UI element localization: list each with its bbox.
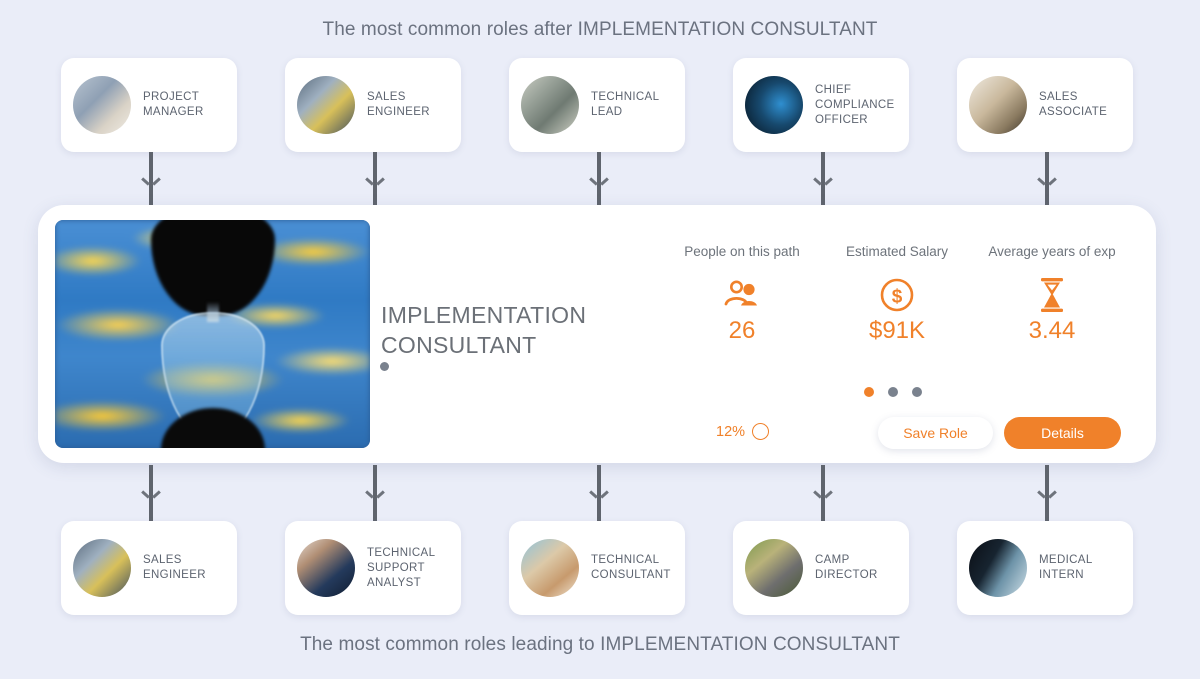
stat-average-years-exp: Average years of exp 3.44	[957, 244, 1147, 345]
arrow-up-icon-2	[591, 152, 607, 208]
carousel-dot-1[interactable]	[888, 387, 898, 397]
role-avatar	[521, 76, 579, 134]
role-avatar	[297, 539, 355, 597]
role-avatar	[969, 76, 1027, 134]
save-role-button[interactable]: Save Role	[878, 417, 993, 449]
details-button[interactable]: Details	[1004, 417, 1121, 449]
role-label: CAMP DIRECTOR	[815, 554, 878, 581]
arrow-up-icon-6	[367, 465, 383, 521]
next-role-card-2[interactable]: TECHNICAL LEAD	[509, 58, 685, 152]
carousel-dot-2[interactable]	[912, 387, 922, 397]
previous-role-card-2[interactable]: TECHNICAL CONSULTANT	[509, 521, 685, 615]
carousel-dots[interactable]	[864, 387, 922, 397]
previous-role-card-0[interactable]: SALES ENGINEER	[61, 521, 237, 615]
role-label: SALES ENGINEER	[367, 91, 430, 118]
bottom-heading: The most common roles leading to IMPLEME…	[300, 634, 900, 655]
role-avatar	[73, 76, 131, 134]
title-bullet-icon	[380, 362, 389, 371]
role-label: TECHNICAL CONSULTANT	[591, 554, 671, 581]
progress-ring-icon	[752, 423, 770, 440]
arrow-up-icon-9	[1039, 465, 1055, 521]
role-avatar	[969, 539, 1027, 597]
arrow-up-icon-4	[1039, 152, 1055, 208]
previous-role-card-1[interactable]: TECHNICAL SUPPORT ANALYST	[285, 521, 461, 615]
role-label: MEDICAL INTERN	[1039, 554, 1093, 581]
role-avatar	[521, 539, 579, 597]
match-percent-label: 12%	[716, 423, 746, 440]
arrow-up-icon-8	[815, 465, 831, 521]
previous-role-card-3[interactable]: CAMP DIRECTOR	[733, 521, 909, 615]
role-avatar	[73, 539, 131, 597]
role-label: CHIEF COMPLIANCE OFFICER	[815, 83, 895, 126]
role-avatar	[745, 539, 803, 597]
hourglass-sky-photo	[55, 220, 370, 448]
role-label: SALES ENGINEER	[143, 554, 206, 581]
role-label: TECHNICAL SUPPORT ANALYST	[367, 546, 436, 589]
role-avatar	[297, 76, 355, 134]
carousel-dot-0[interactable]	[864, 387, 874, 397]
svg-text:$: $	[892, 287, 903, 308]
next-role-card-1[interactable]: SALES ENGINEER	[285, 58, 461, 152]
stat-value: 3.44	[1028, 317, 1076, 344]
arrow-up-icon-1	[367, 152, 383, 208]
hourglass-icon	[957, 275, 1147, 315]
arrow-up-icon-7	[591, 465, 607, 521]
role-label: TECHNICAL LEAD	[591, 91, 660, 118]
stat-label: Average years of exp	[988, 244, 1116, 259]
next-role-card-4[interactable]: SALES ASSOCIATE	[957, 58, 1133, 152]
arrow-up-icon-3	[815, 152, 831, 208]
arrow-up-icon-0	[143, 152, 159, 208]
arrow-up-icon-5	[143, 465, 159, 521]
role-label: PROJECT MANAGER	[143, 91, 204, 118]
next-role-card-3[interactable]: CHIEF COMPLIANCE OFFICER	[733, 58, 909, 152]
match-progress: 12%	[716, 423, 770, 440]
page-title: IMPLEMENTATION CONSULTANT	[381, 302, 587, 358]
top-heading: The most common roles after IMPLEMENTATI…	[322, 19, 878, 40]
next-role-card-0[interactable]: PROJECT MANAGER	[61, 58, 237, 152]
previous-role-card-4[interactable]: MEDICAL INTERN	[957, 521, 1133, 615]
role-avatar	[745, 76, 803, 134]
role-label: SALES ASSOCIATE	[1039, 91, 1108, 118]
